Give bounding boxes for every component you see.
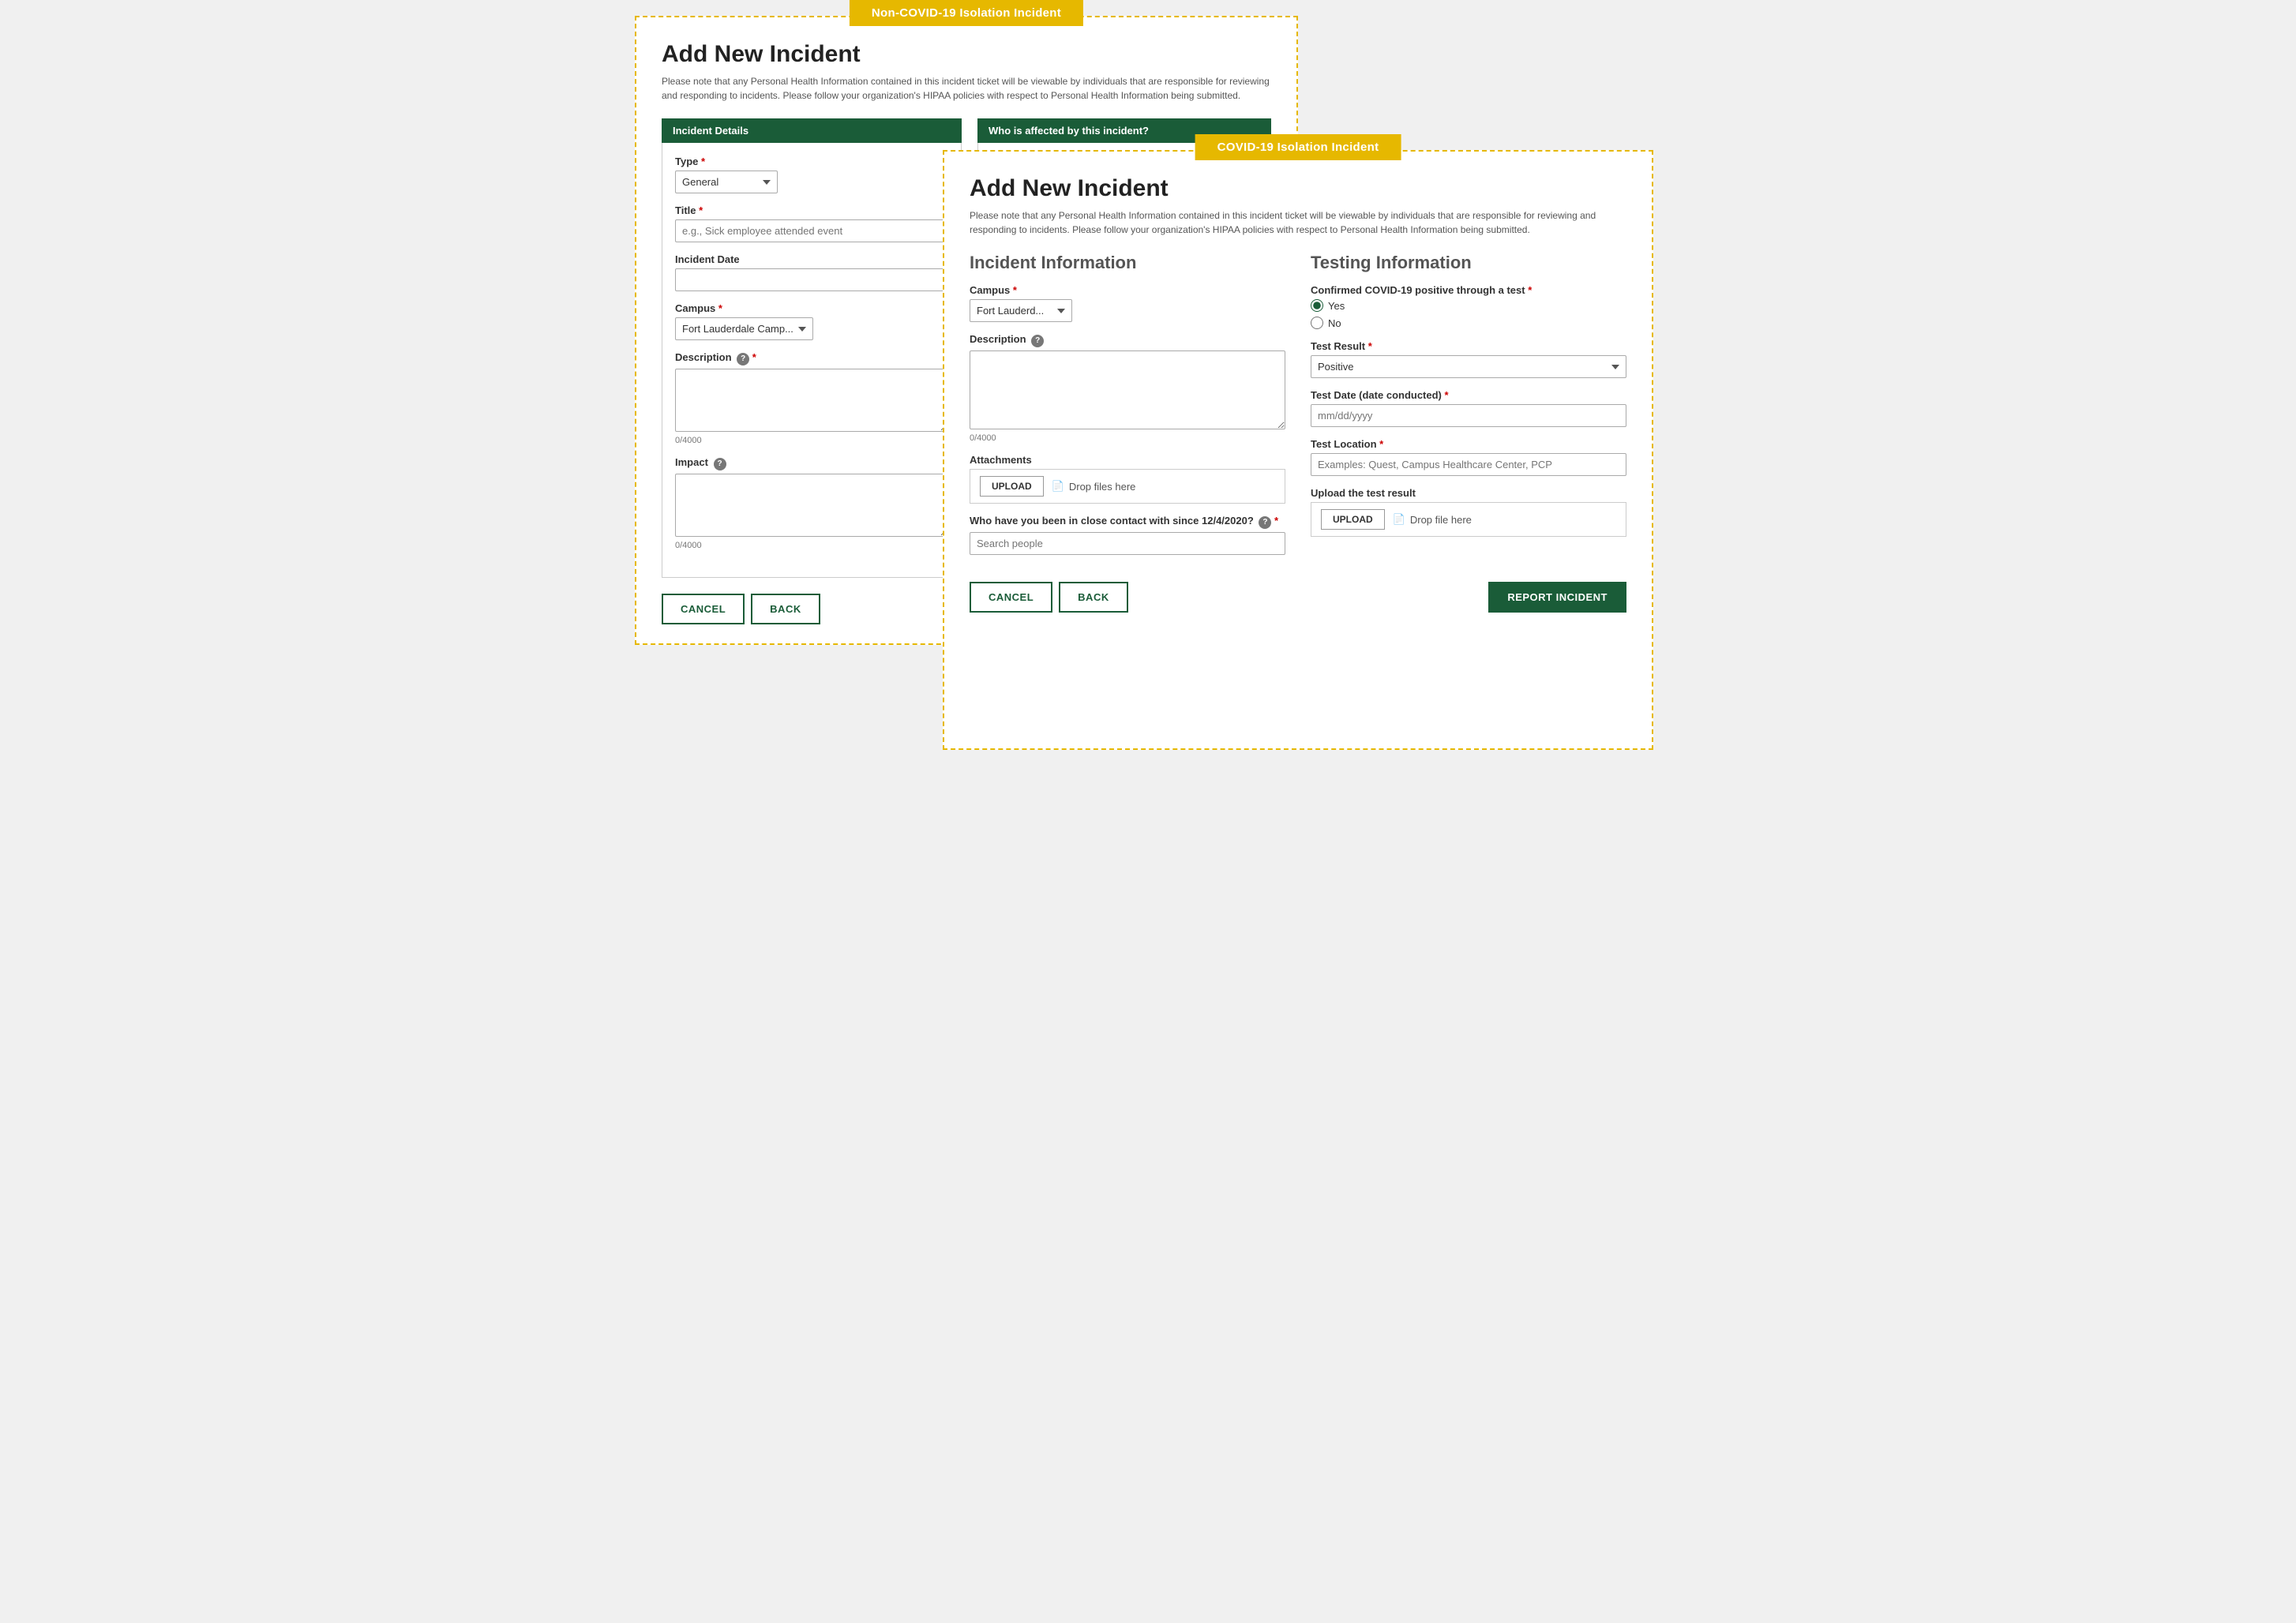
card2-left-btns: CANCEL BACK — [970, 582, 1128, 613]
impact-textarea[interactable] — [675, 474, 948, 537]
title-input[interactable] — [675, 219, 948, 242]
test-location-label: Test Location * — [1311, 438, 1626, 450]
test-date-group: Test Date (date conducted) * — [1311, 389, 1626, 427]
covid-two-col: Incident Information Campus * Fort Laude… — [970, 253, 1626, 566]
type-group: Type * General — [675, 156, 948, 193]
card1-title: Add New Incident — [662, 41, 1271, 68]
card1-subtitle: Please note that any Personal Health Inf… — [662, 74, 1271, 103]
radio-yes-label[interactable]: Yes — [1311, 299, 1626, 312]
radio-yes[interactable] — [1311, 299, 1323, 312]
impact-group: Impact ? 0/4000 — [675, 456, 948, 550]
card2-title: Add New Incident — [970, 175, 1626, 202]
type-select[interactable]: General — [675, 171, 778, 193]
date-label: Incident Date — [675, 253, 948, 265]
title-label: Title * — [675, 204, 948, 216]
contact-group: Who have you been in close contact with … — [970, 515, 1285, 555]
report-incident-button[interactable]: REPORT INCIDENT — [1488, 582, 1626, 613]
covid-desc-label: Description ? — [970, 333, 1285, 347]
file-icon-test: 📄 — [1393, 513, 1405, 526]
campus-group: Campus * Fort Lauderdale Camp... — [675, 302, 948, 340]
drop-file-area[interactable]: 📄 Drop file here — [1393, 513, 1472, 526]
test-date-input[interactable] — [1311, 404, 1626, 427]
covid-desc-group: Description ? 0/4000 — [970, 333, 1285, 443]
desc-help-icon[interactable]: ? — [737, 353, 749, 365]
card1-btn-row: CANCEL BACK — [662, 594, 962, 624]
incident-details-header: Incident Details — [662, 118, 962, 143]
upload-row-test: UPLOAD 📄 Drop file here — [1311, 502, 1626, 537]
type-required: * — [701, 156, 705, 167]
campus-label: Campus * — [675, 302, 948, 314]
testing-info-col: Testing Information Confirmed COVID-19 p… — [1311, 253, 1626, 566]
upload-test-group: Upload the test result UPLOAD 📄 Drop fil… — [1311, 487, 1626, 537]
upload-test-label: Upload the test result — [1311, 487, 1626, 499]
test-location-input[interactable] — [1311, 453, 1626, 476]
covid-campus-label: Campus * — [970, 284, 1285, 296]
card1-banner: Non-COVID-19 Isolation Incident — [850, 0, 1083, 26]
desc-char-count: 0/4000 — [675, 436, 948, 445]
covid-desc-textarea[interactable] — [970, 350, 1285, 429]
covid-desc-help-icon[interactable]: ? — [1031, 335, 1044, 347]
contact-label: Who have you been in close contact with … — [970, 515, 1285, 529]
radio-no-label[interactable]: No — [1311, 317, 1626, 329]
file-icon-covid: 📄 — [1052, 480, 1064, 493]
covid-test-label: Confirmed COVID-19 positive through a te… — [1311, 284, 1626, 296]
drop-files-area[interactable]: 📄 Drop files here — [1052, 480, 1136, 493]
date-input[interactable]: 12/17/2020 — [675, 268, 948, 291]
test-result-label: Test Result * — [1311, 340, 1626, 352]
card1-cancel-button[interactable]: CANCEL — [662, 594, 745, 624]
incident-details-panel: Incident Details Type * General — [662, 118, 962, 624]
test-date-label: Test Date (date conducted) * — [1311, 389, 1626, 401]
card2-subtitle: Please note that any Personal Health Inf… — [970, 208, 1626, 237]
incident-details-body: Type * General Title * — [662, 143, 962, 578]
covid-test-group: Confirmed COVID-19 positive through a te… — [1311, 284, 1626, 329]
upload-test-button[interactable]: UPLOAD — [1321, 509, 1385, 530]
desc-textarea[interactable] — [675, 369, 948, 432]
radio-no[interactable] — [1311, 317, 1323, 329]
title-required: * — [699, 204, 703, 216]
card-covid: COVID-19 Isolation Incident Add New Inci… — [943, 150, 1653, 750]
test-result-group: Test Result * Positive Negative — [1311, 340, 1626, 378]
upload-row-covid: UPLOAD 📄 Drop files here — [970, 469, 1285, 504]
desc-group: Description ? * 0/4000 — [675, 351, 948, 445]
test-result-select[interactable]: Positive Negative — [1311, 355, 1626, 378]
card1-back-button[interactable]: BACK — [751, 594, 820, 624]
covid-test-radio-group: Yes No — [1311, 299, 1626, 329]
incident-info-col: Incident Information Campus * Fort Laude… — [970, 253, 1285, 566]
date-group: Incident Date 12/17/2020 — [675, 253, 948, 291]
attachments-group-covid: Attachments UPLOAD 📄 Drop files here — [970, 454, 1285, 504]
search-people-input[interactable] — [970, 532, 1285, 555]
impact-label: Impact ? — [675, 456, 948, 470]
desc-label: Description ? * — [675, 351, 948, 365]
type-label: Type * — [675, 156, 948, 167]
card2-banner: COVID-19 Isolation Incident — [1195, 134, 1401, 160]
impact-char-count: 0/4000 — [675, 541, 948, 550]
covid-desc-char-count: 0/4000 — [970, 433, 1285, 443]
title-group: Title * — [675, 204, 948, 242]
card2-cancel-button[interactable]: CANCEL — [970, 582, 1052, 613]
covid-campus-select[interactable]: Fort Lauderd... — [970, 299, 1072, 322]
campus-select[interactable]: Fort Lauderdale Camp... — [675, 317, 813, 340]
test-location-group: Test Location * — [1311, 438, 1626, 476]
page-wrapper: Non-COVID-19 Isolation Incident Add New … — [635, 16, 1661, 726]
testing-info-title: Testing Information — [1311, 253, 1626, 273]
attachments-label-covid: Attachments — [970, 454, 1285, 466]
covid-campus-group: Campus * Fort Lauderd... — [970, 284, 1285, 322]
incident-info-title: Incident Information — [970, 253, 1285, 273]
card2-btn-row: CANCEL BACK REPORT INCIDENT — [970, 582, 1626, 613]
card2-back-button[interactable]: BACK — [1059, 582, 1128, 613]
impact-help-icon[interactable]: ? — [714, 458, 726, 470]
contact-help-icon[interactable]: ? — [1259, 516, 1271, 529]
upload-button-covid[interactable]: UPLOAD — [980, 476, 1044, 497]
